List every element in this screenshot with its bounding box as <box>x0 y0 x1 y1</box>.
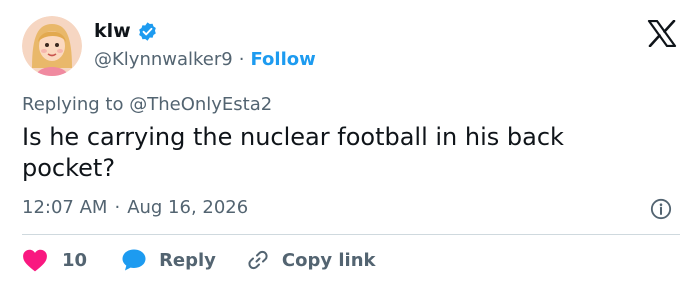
timestamp-separator: · <box>114 197 121 218</box>
speech-bubble-icon <box>122 249 146 271</box>
like-count: 10 <box>62 249 88 271</box>
avatar[interactable] <box>22 16 82 76</box>
verified-badge-icon <box>138 21 156 41</box>
handle-separator: · <box>238 49 245 70</box>
tweet-embed-card: klw @Klynnwalker9 · Follow Replying to @… <box>0 0 700 287</box>
tweet-actions: 10 Reply Copy link <box>22 246 376 274</box>
tweet-time: 12:07 AM <box>22 197 108 218</box>
replying-to: Replying to @TheOnlyEsta2 <box>22 94 272 115</box>
tweet-timestamp[interactable]: 12:07 AM · Aug 16, 2026 <box>22 197 248 218</box>
x-logo-icon[interactable] <box>647 20 677 47</box>
divider <box>22 234 680 235</box>
like-button[interactable]: 10 <box>22 248 87 272</box>
avatar-image <box>22 16 82 76</box>
replying-to-mention[interactable]: @TheOnlyEsta2 <box>129 94 272 115</box>
user-handle-row: @Klynnwalker9 · Follow <box>94 49 316 70</box>
reply-button[interactable]: Reply <box>121 248 216 272</box>
replying-to-prefix: Replying to <box>22 94 124 115</box>
heart-icon <box>23 249 47 272</box>
copy-link-label: Copy link <box>281 249 376 271</box>
follow-button[interactable]: Follow <box>250 49 315 70</box>
link-icon <box>248 250 268 270</box>
info-icon[interactable] <box>650 198 672 220</box>
user-handle[interactable]: @Klynnwalker9 <box>94 49 233 70</box>
tweet-date: Aug 16, 2026 <box>127 197 249 218</box>
user-name-row: klw <box>94 20 158 42</box>
user-name[interactable]: klw <box>94 20 131 42</box>
tweet-text: Is he carrying the nuclear football in h… <box>22 123 564 182</box>
reply-label: Reply <box>159 249 216 271</box>
copy-link-button[interactable]: Copy link <box>246 248 376 272</box>
